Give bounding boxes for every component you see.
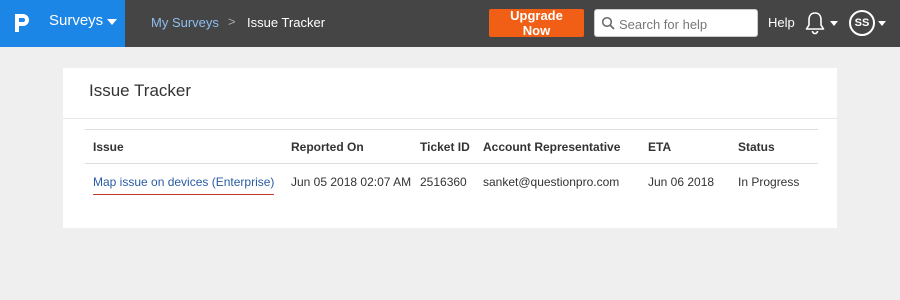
help-search-box — [594, 9, 758, 37]
column-header-eta: ETA — [640, 129, 730, 164]
cell-status: In Progress — [738, 174, 800, 189]
issues-table: Issue Reported On Ticket ID Account Repr… — [85, 129, 818, 199]
chevron-down-icon — [107, 19, 117, 25]
questionpro-logo-icon — [15, 14, 29, 32]
help-link[interactable]: Help — [768, 15, 795, 30]
user-menu-chevron-down-icon[interactable] — [878, 21, 886, 26]
search-icon — [601, 16, 615, 30]
cell-reported-on: Jun 05 2018 02:07 AM — [291, 174, 412, 189]
upgrade-now-button[interactable]: Upgrade Now — [489, 8, 584, 38]
cell-issue: Map issue on devices (Enterprise) — [85, 164, 283, 200]
breadcrumb-my-surveys[interactable]: My Surveys — [151, 15, 219, 30]
column-header-issue: Issue — [85, 129, 283, 164]
top-navigation-bar: Surveys My Surveys > Issue Tracker Upgra… — [0, 0, 900, 47]
divider — [63, 118, 837, 119]
table-header-row: Issue Reported On Ticket ID Account Repr… — [85, 129, 818, 164]
cell-eta: Jun 06 2018 — [648, 174, 715, 189]
user-avatar[interactable]: SS — [849, 10, 875, 36]
column-header-reported-on: Reported On — [283, 129, 412, 164]
breadcrumb-separator-icon: > — [228, 14, 236, 29]
page-title: Issue Tracker — [89, 81, 192, 100]
breadcrumb-current: Issue Tracker — [247, 15, 326, 30]
table-row: Map issue on devices (Enterprise) Jun 05… — [85, 164, 818, 200]
product-name: Surveys — [49, 12, 104, 29]
cell-account-representative: sanket@questionpro.com — [483, 174, 620, 189]
issue-tracker-card: Issue Tracker Issue Reported On Ticket I… — [63, 68, 837, 228]
cell-ticket-id: 2516360 — [420, 174, 467, 189]
issue-link[interactable]: Map issue on devices (Enterprise) — [93, 174, 275, 195]
column-header-status: Status — [730, 129, 818, 164]
notification-chevron-down-icon[interactable] — [830, 21, 838, 26]
product-switcher[interactable]: Surveys — [0, 0, 125, 47]
column-header-ticket-id: Ticket ID — [412, 129, 475, 164]
notification-bell-icon[interactable] — [804, 11, 826, 35]
column-header-account-representative: Account Representative — [475, 129, 640, 164]
help-search-input[interactable] — [617, 13, 756, 35]
